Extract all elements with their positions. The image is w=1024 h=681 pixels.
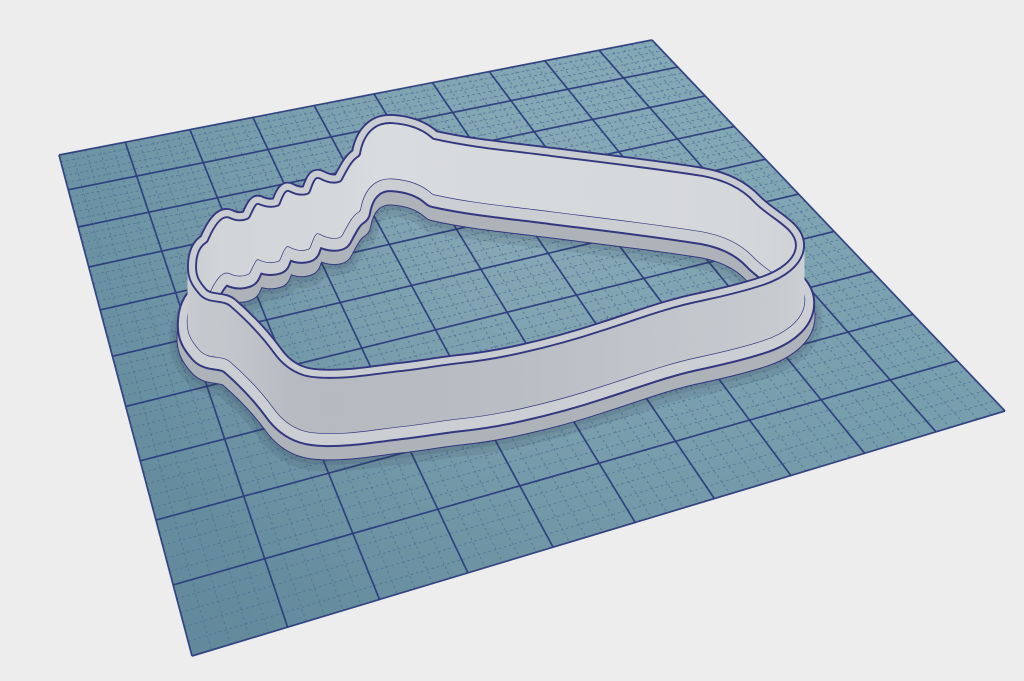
3d-viewport[interactable] xyxy=(0,0,1024,681)
scene-canvas xyxy=(58,39,1006,657)
